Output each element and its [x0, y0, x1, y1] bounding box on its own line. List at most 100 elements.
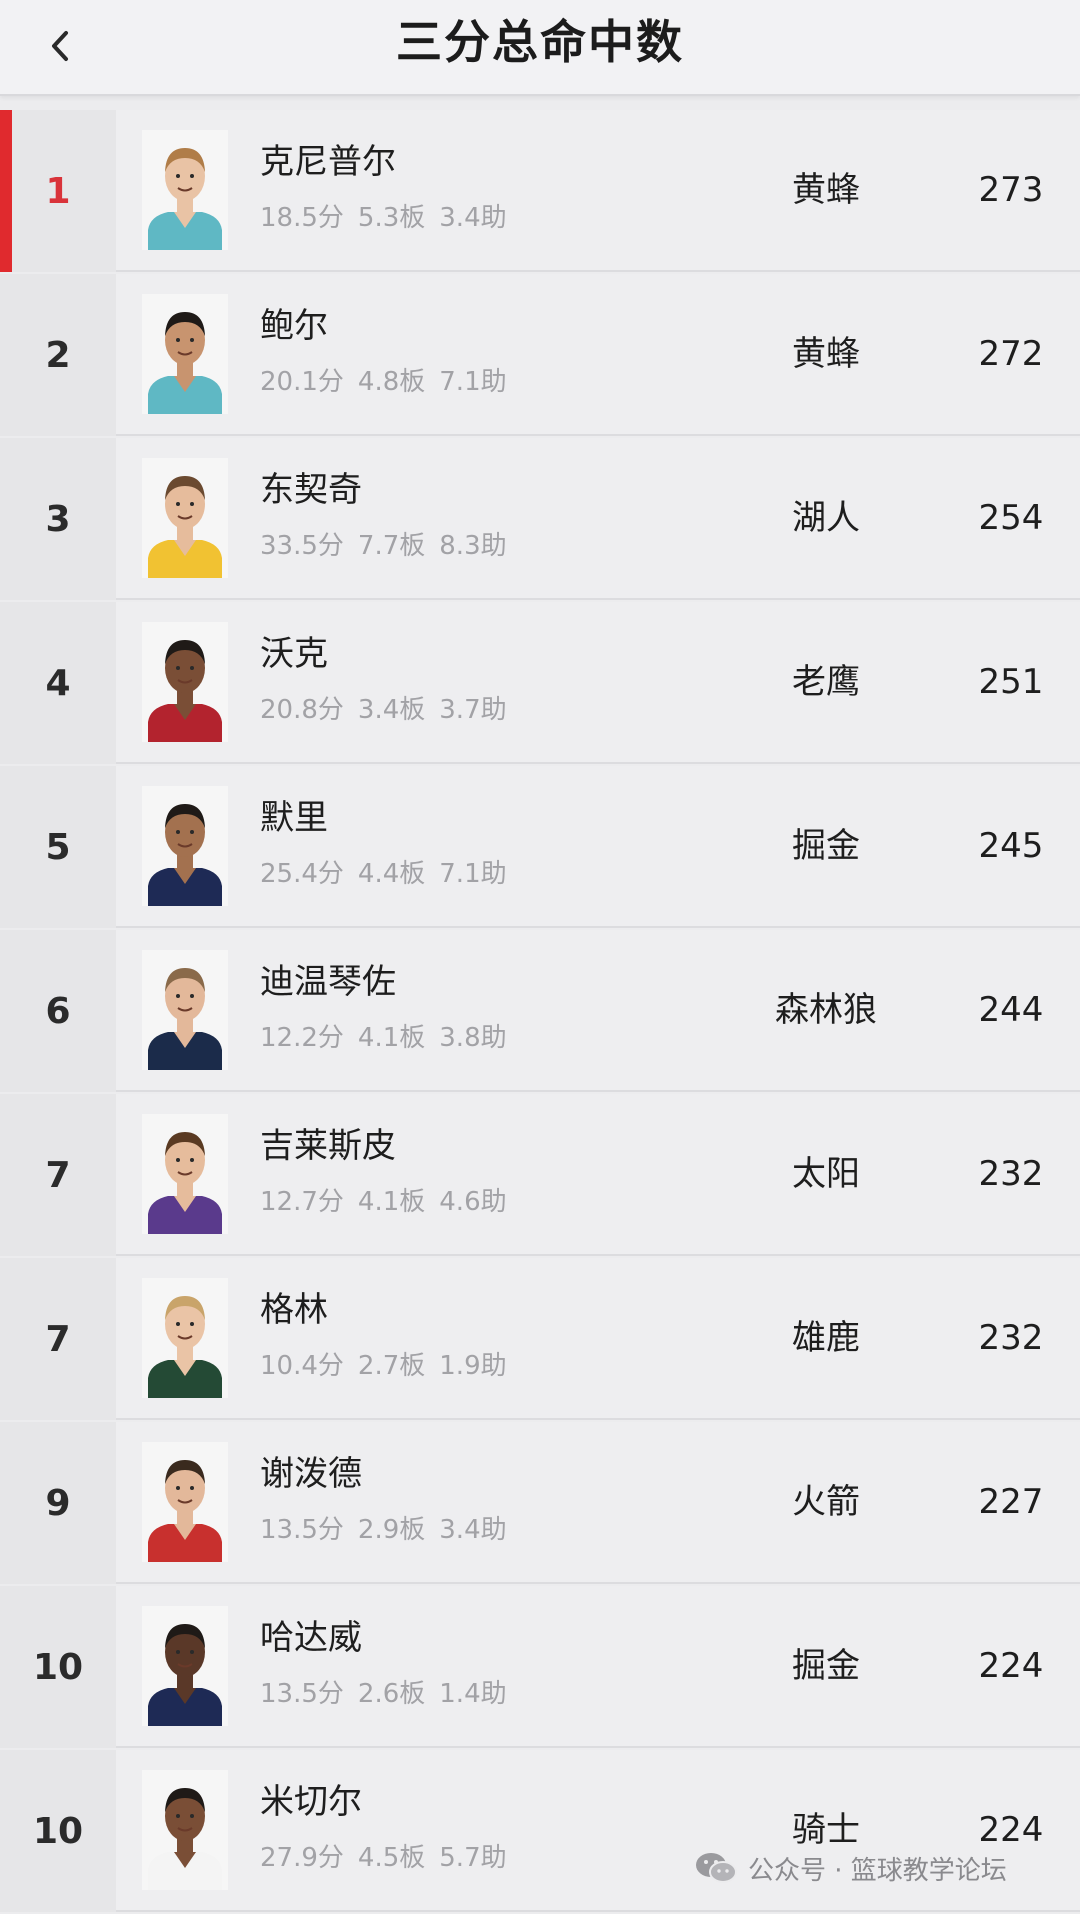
stat-ast: 7.1助 — [439, 859, 507, 889]
rank-number: 1 — [0, 110, 116, 272]
player-stats: 20.1分 4.8板 7.1助 — [260, 366, 521, 398]
team-name: 老鹰 — [792, 662, 860, 702]
team-name: 火箭 — [792, 1482, 860, 1522]
three-pointers-made: 272 — [978, 334, 1044, 374]
stat-reb: 2.7板 — [357, 1351, 426, 1381]
player-card: 吉莱斯皮 12.7分 4.1板 4.6助 太阳 232 — [116, 1094, 1080, 1256]
team-name: 森林狼 — [775, 990, 877, 1030]
team-name: 骑士 — [792, 1810, 860, 1850]
rank-number: 4 — [0, 602, 116, 764]
team-name: 雄鹿 — [792, 1318, 860, 1358]
stat-pts: 20.1分 — [260, 367, 344, 397]
three-pointers-made: 273 — [978, 170, 1044, 210]
watermark-text: 公众号 · 篮球教学论坛 — [748, 1855, 1007, 1886]
player-name: 格林 — [260, 1290, 328, 1330]
stat-pts: 27.9分 — [260, 1843, 344, 1873]
player-stats: 18.5分 5.3板 3.4助 — [260, 202, 521, 234]
three-pointers-made: 227 — [978, 1482, 1044, 1522]
player-card: 克尼普尔 18.5分 5.3板 3.4助 黄蜂 273 — [116, 110, 1080, 272]
team-name: 湖人 — [792, 498, 860, 538]
player-avatar — [142, 130, 228, 250]
player-avatar — [142, 786, 228, 906]
team-name: 太阳 — [792, 1154, 860, 1194]
rank-number: 2 — [0, 274, 116, 436]
three-pointers-made: 245 — [978, 826, 1044, 866]
stat-reb: 4.5板 — [357, 1843, 426, 1873]
stat-reb: 2.6板 — [357, 1679, 426, 1709]
three-pointers-made: 224 — [978, 1646, 1044, 1686]
top-bar: 三分总命中数 — [0, 0, 1080, 96]
stat-ast: 4.6助 — [439, 1187, 507, 1217]
rank-number: 5 — [0, 766, 116, 928]
player-row[interactable]: 5 默里 25.4分 4.4板 7.1助 掘金 245 — [0, 766, 1080, 930]
player-stats: 13.5分 2.9板 3.4助 — [260, 1514, 521, 1546]
player-row[interactable]: 2 鲍尔 20.1分 4.8板 7.1助 黄蜂 272 — [0, 274, 1080, 438]
stat-ast: 3.7助 — [439, 695, 507, 725]
player-card: 谢泼德 13.5分 2.9板 3.4助 火箭 227 — [116, 1422, 1080, 1584]
ranking-list: 1 克尼普尔 18.5分 5.3板 3.4助 黄蜂 273 2 鲍尔 20.1分 4.8板 7.1助黄… — [0, 110, 1080, 1914]
player-avatar — [142, 950, 228, 1070]
stat-ast: 3.8助 — [439, 1023, 507, 1053]
player-card: 沃克 20.8分 3.4板 3.7助 老鹰 251 — [116, 602, 1080, 764]
team-name: 黄蜂 — [792, 170, 860, 210]
player-stats: 20.8分 3.4板 3.7助 — [260, 694, 521, 726]
player-stats: 13.5分 2.6板 1.4助 — [260, 1678, 521, 1710]
stat-pts: 20.8分 — [260, 695, 344, 725]
player-row[interactable]: 4 沃克 20.8分 3.4板 3.7助 老鹰 251 — [0, 602, 1080, 766]
player-row[interactable]: 1 克尼普尔 18.5分 5.3板 3.4助 黄蜂 273 — [0, 110, 1080, 274]
three-pointers-made: 244 — [978, 990, 1044, 1030]
stat-ast: 8.3助 — [439, 531, 507, 561]
player-stats: 10.4分 2.7板 1.9助 — [260, 1350, 521, 1382]
stat-pts: 25.4分 — [260, 859, 344, 889]
highlight-bar — [0, 110, 12, 272]
player-row[interactable]: 6 迪温琴佐 12.2分 4.1板 3.8助 森林狼 244 — [0, 930, 1080, 1094]
player-avatar — [142, 294, 228, 414]
rank-number: 6 — [0, 930, 116, 1092]
player-name: 哈达威 — [260, 1618, 362, 1658]
rank-number: 3 — [0, 438, 116, 600]
rank-number: 9 — [0, 1422, 116, 1584]
stat-reb: 4.1板 — [357, 1023, 426, 1053]
stat-pts: 13.5分 — [260, 1679, 344, 1709]
player-stats: 33.5分 7.7板 8.3助 — [260, 530, 521, 562]
player-row[interactable]: 10 哈达威 13.5分 2.6板 1.4助 掘金 224 — [0, 1586, 1080, 1750]
player-name: 东契奇 — [260, 470, 362, 510]
page-title: 三分总命中数 — [396, 15, 684, 69]
three-pointers-made: 254 — [978, 498, 1044, 538]
player-row[interactable]: 7 格林 10.4分 2.7板 1.9助 雄鹿 232 — [0, 1258, 1080, 1422]
player-name: 谢泼德 — [260, 1454, 362, 1494]
player-row[interactable]: 3 东契奇 33.5分 7.7板 8.3助 湖人 254 — [0, 438, 1080, 602]
stat-reb: 7.7板 — [357, 531, 426, 561]
player-card: 迪温琴佐 12.2分 4.1板 3.8助 森林狼 244 — [116, 930, 1080, 1092]
player-card: 鲍尔 20.1分 4.8板 7.1助 黄蜂 272 — [116, 274, 1080, 436]
stat-pts: 12.7分 — [260, 1187, 344, 1217]
stat-reb: 2.9板 — [357, 1515, 426, 1545]
player-card: 格林 10.4分 2.7板 1.9助 雄鹿 232 — [116, 1258, 1080, 1420]
stat-pts: 18.5分 — [260, 203, 344, 233]
player-avatar — [142, 1606, 228, 1726]
team-name: 掘金 — [792, 826, 860, 866]
stat-reb: 4.4板 — [357, 859, 426, 889]
stat-ast: 3.4助 — [439, 1515, 507, 1545]
rank-number: 10 — [0, 1750, 116, 1912]
player-name: 克尼普尔 — [260, 142, 396, 182]
stat-pts: 10.4分 — [260, 1351, 344, 1381]
player-avatar — [142, 458, 228, 578]
player-name: 吉莱斯皮 — [260, 1126, 396, 1166]
player-card: 东契奇 33.5分 7.7板 8.3助 湖人 254 — [116, 438, 1080, 600]
player-row[interactable]: 7 吉莱斯皮 12.7分 4.1板 4.6助 太阳 232 — [0, 1094, 1080, 1258]
stat-ast: 1.9助 — [439, 1351, 507, 1381]
player-stats: 12.7分 4.1板 4.6助 — [260, 1186, 521, 1218]
player-name: 迪温琴佐 — [260, 962, 396, 1002]
stat-pts: 12.2分 — [260, 1023, 344, 1053]
stat-pts: 33.5分 — [260, 531, 344, 561]
wechat-icon — [696, 1853, 737, 1883]
player-stats: 25.4分 4.4板 7.1助 — [260, 858, 521, 890]
player-row[interactable]: 9 谢泼德 13.5分 2.9板 3.4助 火箭 227 — [0, 1422, 1080, 1586]
player-avatar — [142, 622, 228, 742]
player-stats: 12.2分 4.1板 3.8助 — [260, 1022, 521, 1054]
stat-reb: 4.1板 — [357, 1187, 426, 1217]
team-name: 黄蜂 — [792, 334, 860, 374]
stat-reb: 4.8板 — [357, 367, 426, 397]
player-avatar — [142, 1770, 228, 1890]
